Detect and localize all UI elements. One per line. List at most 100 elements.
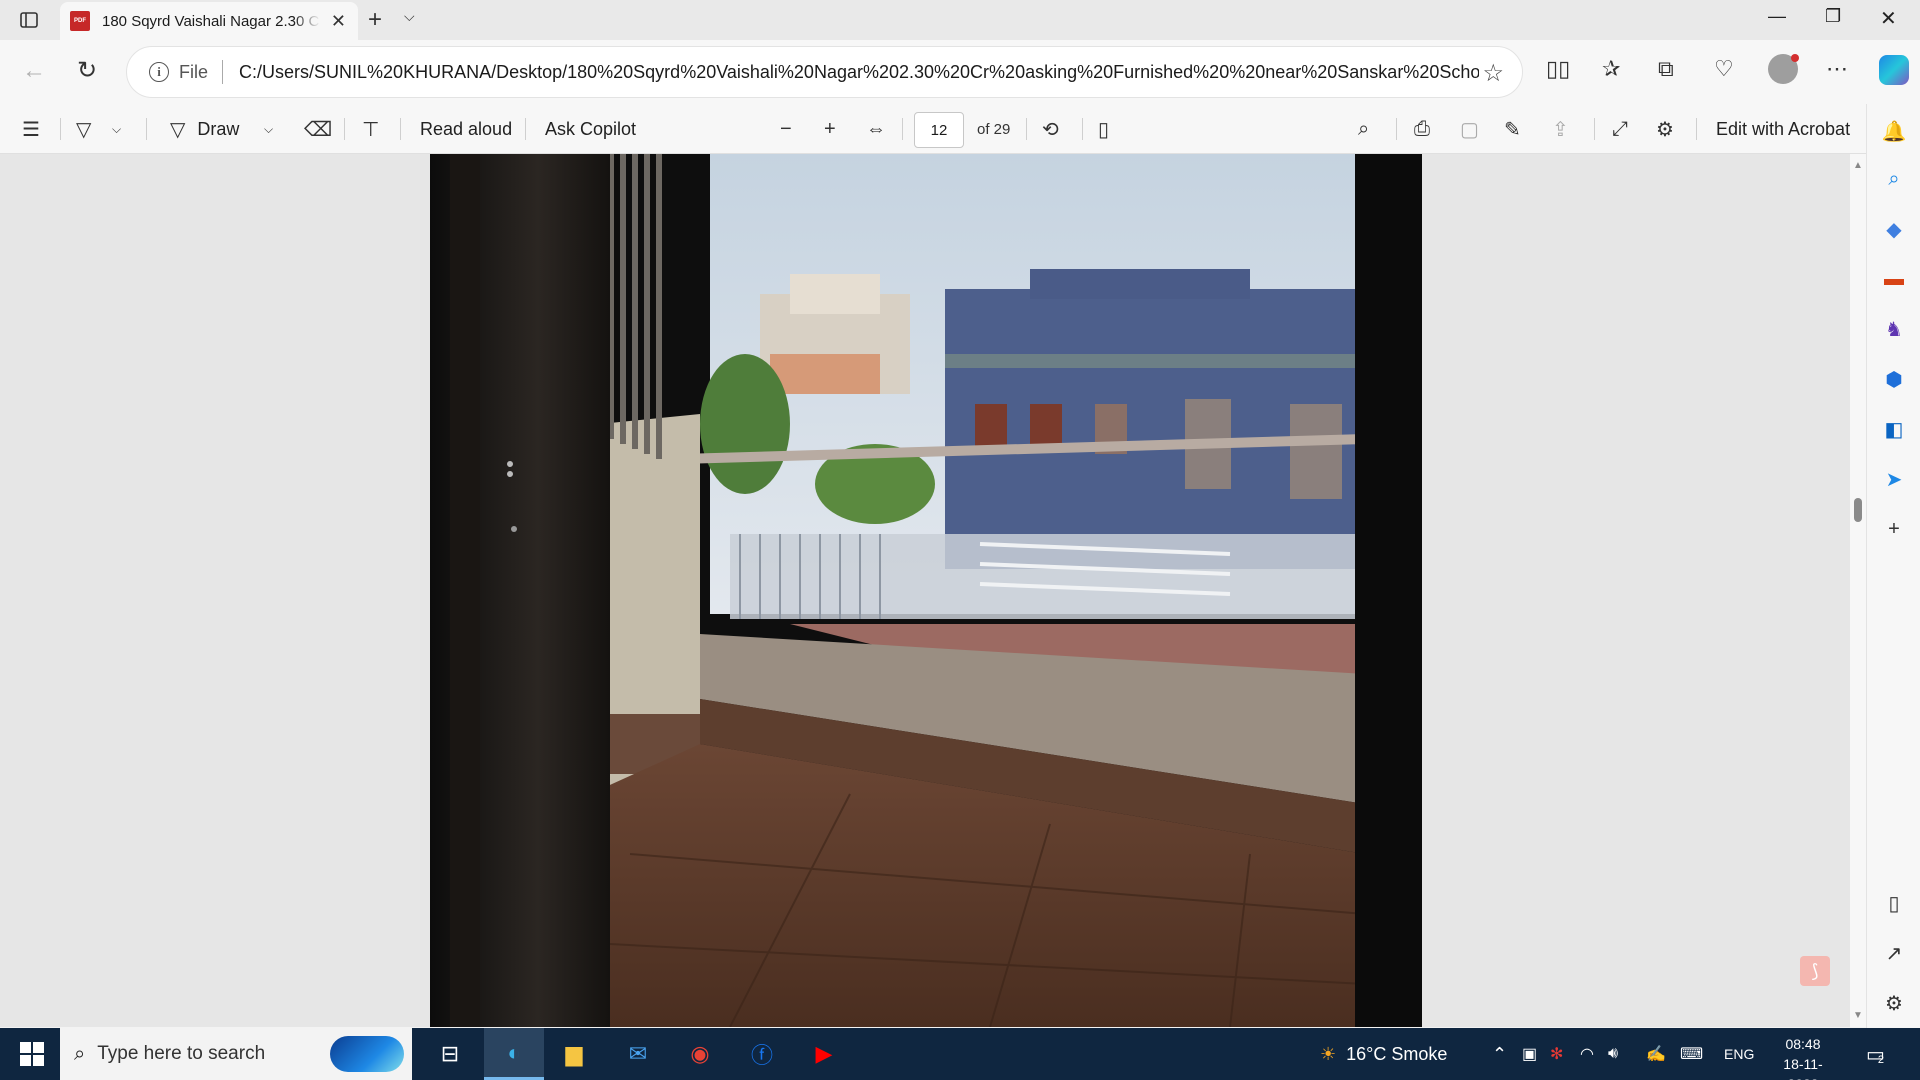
scroll-thumb[interactable] xyxy=(1854,497,1862,522)
expand-icon: ⤢ xyxy=(1612,117,1628,140)
task-view-icon[interactable]: ⊟ xyxy=(420,1028,480,1080)
meet-now-icon[interactable]: ▣ xyxy=(1522,1028,1537,1080)
split-screen-icon[interactable]: ▯▯ xyxy=(1546,56,1570,82)
search-icon[interactable]: ⌕ xyxy=(1883,168,1905,190)
app-tray-icon[interactable]: ✻ xyxy=(1550,1028,1563,1080)
info-icon[interactable]: i xyxy=(149,62,169,82)
full-screen-button[interactable]: ⤢ xyxy=(1612,104,1628,154)
add-text-button[interactable]: ⊤ xyxy=(362,104,379,154)
tab-close-icon[interactable]: ✕ xyxy=(331,11,346,32)
tab-actions-button[interactable] xyxy=(14,7,44,33)
weather-widget[interactable]: ☀ 16°C Smoke xyxy=(1320,1028,1447,1080)
microsoft-365-icon[interactable]: ⬢ xyxy=(1883,368,1905,391)
document-viewer[interactable] xyxy=(0,154,1850,1027)
table-of-contents-icon: ☰ xyxy=(22,118,40,141)
url-text[interactable]: C:/Users/SUNIL%20KHURANA/Desktop/180%20S… xyxy=(239,62,1479,83)
save-as-button[interactable]: ✎ xyxy=(1504,104,1521,154)
toolbar-divider xyxy=(1594,118,1595,140)
chevron-down-icon[interactable]: ⌵ xyxy=(404,8,415,25)
draw-options-button[interactable]: ⌵ xyxy=(264,104,273,154)
fit-to-width-button[interactable]: ⇔ xyxy=(866,104,886,154)
clock[interactable]: 08:48 18-11-2023 xyxy=(1768,1034,1838,1080)
address-bar[interactable]: i File C:/Users/SUNIL%20KHURANA/Desktop/… xyxy=(126,46,1523,98)
gear-icon: ⚙ xyxy=(1656,118,1674,141)
restore-icon[interactable]: ❐ xyxy=(1825,6,1841,27)
new-tab-icon[interactable]: + xyxy=(368,6,382,34)
games-icon[interactable]: ♞ xyxy=(1883,318,1905,341)
pdf-file-icon: PDF xyxy=(70,11,90,31)
pdf-page-photo xyxy=(430,154,1422,1027)
search-icon: ⌕ xyxy=(1358,117,1370,140)
edit-with-acrobat-label: Edit with Acrobat xyxy=(1716,118,1851,139)
favorite-star-icon[interactable]: ☆ xyxy=(1482,59,1504,88)
youtube-icon[interactable]: ▶ xyxy=(794,1028,854,1080)
page-number-input[interactable]: 12 xyxy=(914,112,964,148)
mail-icon[interactable]: ✉ xyxy=(608,1028,668,1080)
favorites-icon[interactable]: ✰ xyxy=(1602,56,1620,82)
toolbar-divider xyxy=(344,118,345,140)
toolbar-divider xyxy=(525,118,526,140)
network-icon[interactable]: ◠ xyxy=(1580,1028,1594,1080)
active-tab[interactable]: PDF 180 Sqyrd Vaishali Nagar 2.30 Cr ask… xyxy=(60,2,358,40)
save-button[interactable]: ▢ xyxy=(1460,104,1479,154)
pdf-settings-button[interactable]: ⚙ xyxy=(1656,104,1674,154)
contents-button[interactable]: ☰ xyxy=(22,104,40,154)
share-button[interactable]: ⇪ xyxy=(1552,104,1569,154)
volume-icon[interactable]: 🔊︎ xyxy=(1608,1028,1618,1080)
language-indicator[interactable]: ENG xyxy=(1724,1028,1754,1080)
erase-button[interactable]: ⌫ xyxy=(304,104,332,154)
browser-essentials-icon[interactable]: ♡ xyxy=(1714,56,1734,82)
gear-icon[interactable]: ⚙ xyxy=(1883,992,1905,1015)
tab-actions-icon xyxy=(20,12,38,28)
minimize-icon[interactable]: — xyxy=(1768,6,1786,27)
open-external-icon[interactable]: ↗ xyxy=(1883,942,1905,965)
text-box-icon: ⊤ xyxy=(362,118,380,141)
show-hidden-icons-icon[interactable]: ⌃ xyxy=(1492,1028,1507,1080)
find-button[interactable]: ⌕ xyxy=(1358,104,1369,154)
touch-keyboard-icon[interactable]: ⌨ xyxy=(1680,1028,1703,1080)
file-explorer-icon[interactable]: ▆ xyxy=(544,1028,604,1080)
edge-browser-icon[interactable]: ◐ xyxy=(484,1028,544,1080)
drop-send-icon[interactable]: ➤ xyxy=(1883,468,1905,491)
page-view-button[interactable]: ▯ xyxy=(1098,104,1109,154)
facebook-icon[interactable]: ⓕ xyxy=(732,1028,792,1080)
rotate-icon: ⟲ xyxy=(1042,118,1059,141)
notification-center-button[interactable]: ▭ 2 xyxy=(1866,1028,1885,1080)
tools-briefcase-icon[interactable]: ▬ xyxy=(1883,268,1905,290)
windows-start-icon[interactable] xyxy=(20,1042,44,1066)
toolbar-divider xyxy=(1082,118,1083,140)
zoom-in-button[interactable]: + xyxy=(824,104,836,154)
back-arrow-icon[interactable]: ← xyxy=(22,57,46,85)
ask-copilot-button[interactable]: Ask Copilot xyxy=(545,104,636,154)
chevron-down-icon: ⌵ xyxy=(112,121,122,136)
address-scheme-label: File xyxy=(179,61,209,82)
draw-button[interactable]: ▽ Draw xyxy=(170,104,239,154)
close-window-icon[interactable]: ✕ xyxy=(1880,6,1897,31)
more-options-icon[interactable]: ⋯ xyxy=(1826,56,1848,82)
pen-icon[interactable]: ✍ xyxy=(1646,1028,1666,1080)
add-sidebar-app-icon[interactable]: + xyxy=(1883,518,1905,540)
sidebar-panel-icon[interactable]: ▯ xyxy=(1883,892,1905,915)
highlight-options-button[interactable]: ⌵ xyxy=(112,104,121,154)
highlight-button[interactable]: ▽ xyxy=(76,104,91,154)
draw-pen-icon: ▽ xyxy=(170,118,186,141)
chrome-icon[interactable]: ◉ xyxy=(670,1028,730,1080)
zoom-out-button[interactable]: − xyxy=(780,104,792,154)
notifications-bell-icon[interactable]: 🔔 xyxy=(1882,120,1907,143)
minus-icon: − xyxy=(780,117,792,140)
collections-icon[interactable]: ⧉ xyxy=(1658,56,1674,82)
vertical-scrollbar[interactable]: ▲ ▼ xyxy=(1850,154,1866,1027)
copilot-icon[interactable] xyxy=(1879,55,1909,85)
shopping-tag-icon[interactable]: ◆ xyxy=(1883,218,1905,241)
print-button[interactable]: ⎙ xyxy=(1414,104,1430,154)
outlook-icon[interactable]: ◧ xyxy=(1883,418,1905,441)
taskbar-search-box[interactable]: ⌕ Type here to search xyxy=(60,1028,412,1080)
read-aloud-button[interactable]: Read aloud xyxy=(420,104,512,154)
rotate-button[interactable]: ⟲ xyxy=(1042,104,1059,154)
refresh-icon[interactable]: ↻ xyxy=(77,56,97,85)
scroll-down-arrow-icon[interactable]: ▼ xyxy=(1853,1010,1863,1021)
acrobat-icon[interactable]: ⟆ xyxy=(1800,956,1830,986)
ask-copilot-label: Ask Copilot xyxy=(545,118,637,139)
scroll-up-arrow-icon[interactable]: ▲ xyxy=(1853,160,1863,171)
edit-with-acrobat-button[interactable]: Edit with Acrobat xyxy=(1716,104,1850,154)
